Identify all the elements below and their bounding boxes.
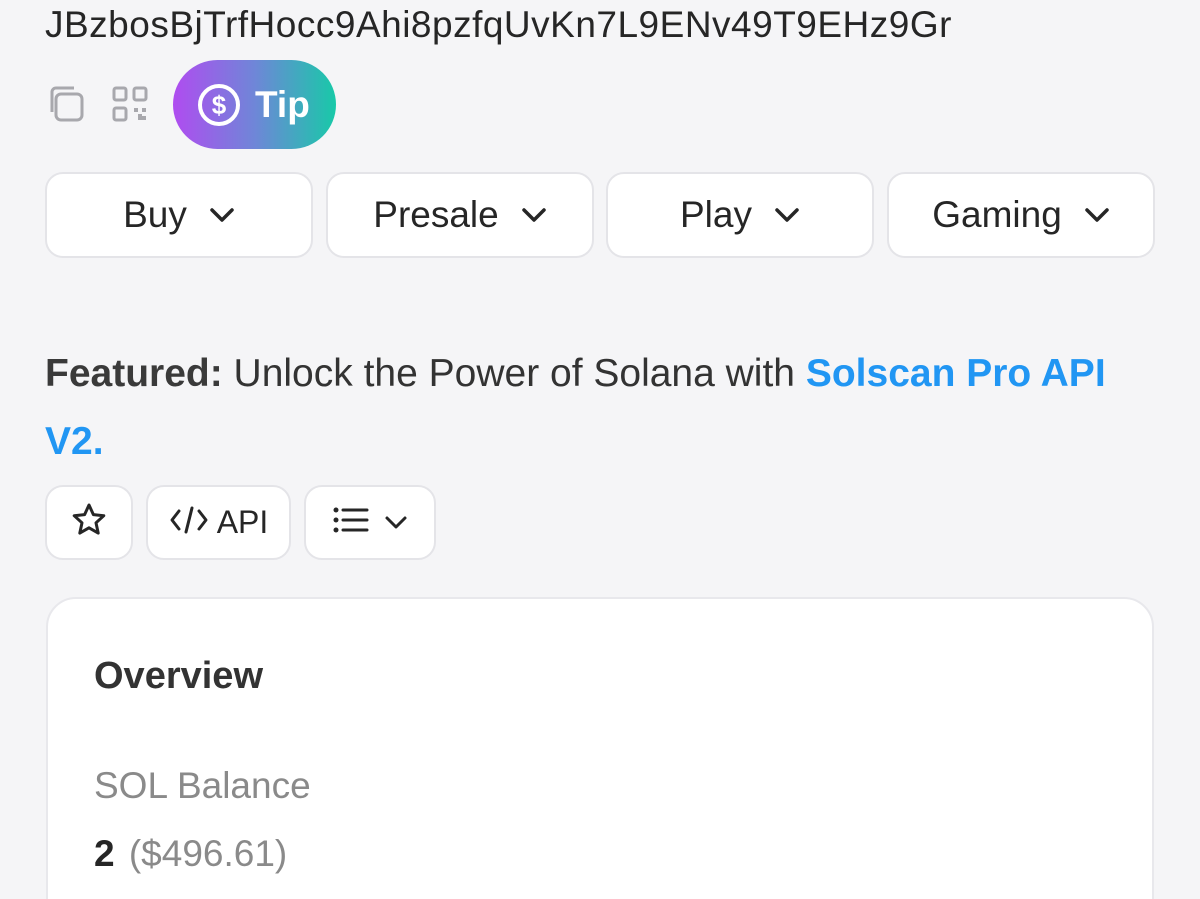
presale-dropdown[interactable]: Presale (326, 172, 594, 258)
sol-balance-value: 2 ($496.61) (94, 833, 287, 875)
api-label: API (216, 504, 269, 540)
account-page: JBzbosBjTrfHocc9Ahi8pzfqUvKn7L9ENv49T9EH… (0, 0, 1200, 899)
sol-balance-amount: 2 (94, 833, 115, 874)
play-label: Play (680, 194, 752, 235)
chevron-down-icon (384, 515, 408, 531)
chevron-down-icon (521, 207, 547, 223)
code-icon (169, 505, 209, 540)
tip-label: Tip (255, 83, 310, 125)
dollar-coin-icon: $ (197, 83, 241, 127)
qr-code-icon[interactable] (108, 84, 152, 124)
chevron-down-icon (774, 207, 800, 223)
chevron-down-icon (1084, 207, 1110, 223)
favorite-button[interactable] (45, 485, 133, 560)
buy-dropdown[interactable]: Buy (45, 172, 313, 258)
sol-balance-usd: ($496.61) (128, 833, 288, 874)
star-icon (71, 502, 107, 543)
featured-lead: Featured: (45, 352, 223, 395)
tip-button[interactable]: $ Tip (173, 60, 336, 149)
sol-balance-label: SOL Balance (94, 765, 311, 806)
more-menu-button[interactable] (304, 485, 436, 560)
copy-icon[interactable] (44, 84, 88, 124)
list-icon (332, 506, 370, 539)
featured-text: Unlock the Power of Solana with (222, 352, 806, 395)
play-dropdown[interactable]: Play (606, 172, 874, 258)
svg-text:$: $ (212, 90, 227, 120)
api-button[interactable]: API (146, 485, 291, 560)
chevron-down-icon (209, 207, 235, 223)
account-address: JBzbosBjTrfHocc9Ahi8pzfqUvKn7L9ENv49T9EH… (45, 4, 952, 45)
overview-card: Overview SOL Balance 2 ($496.61) (46, 597, 1154, 899)
gaming-label: Gaming (932, 194, 1062, 235)
overview-title: Overview (94, 655, 263, 697)
buy-label: Buy (123, 194, 187, 235)
presale-label: Presale (373, 194, 499, 235)
featured-banner: Featured: Unlock the Power of Solana wit… (45, 340, 1165, 476)
gaming-dropdown[interactable]: Gaming (887, 172, 1155, 258)
